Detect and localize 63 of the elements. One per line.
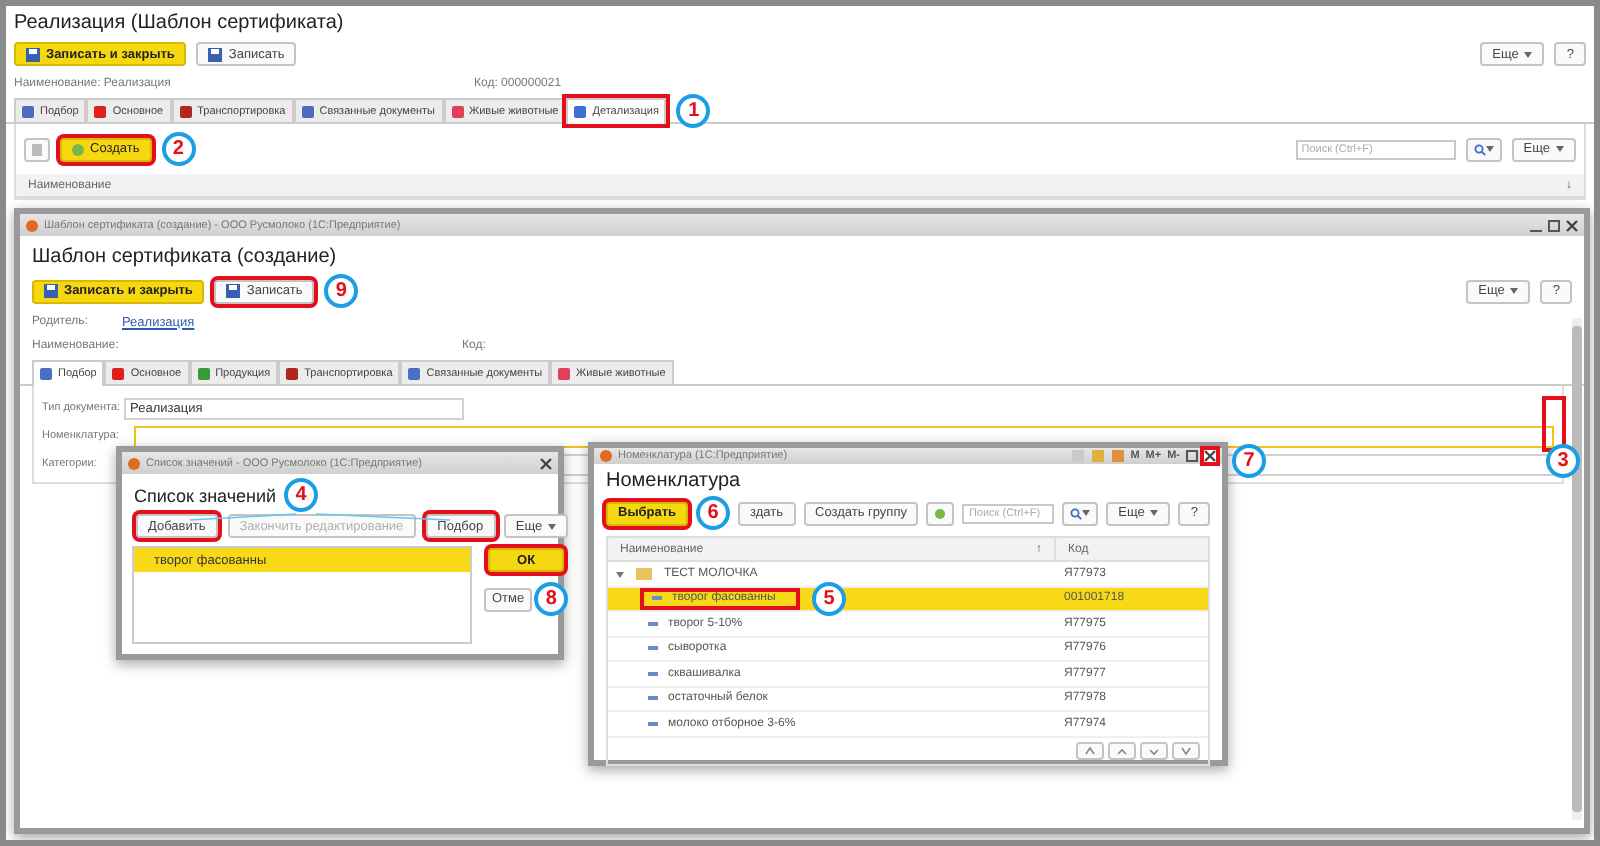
tab-icon (22, 105, 34, 117)
item-icon (648, 696, 658, 701)
form-title: Шаблон сертификата (создание) (30, 244, 339, 272)
tab-icon (574, 106, 587, 118)
dialog-title: Номенклатура (604, 468, 743, 496)
tab-icon (451, 105, 464, 117)
close-icon[interactable] (540, 457, 552, 469)
step-number: 9 (324, 274, 359, 308)
plus-circle-icon (72, 143, 84, 155)
app-icon (26, 219, 38, 231)
item-icon (648, 721, 658, 726)
caret-icon (1556, 146, 1564, 152)
caret-icon (1524, 51, 1533, 57)
document-icon (32, 143, 42, 155)
tab-icon (408, 367, 421, 379)
tab-icon (301, 105, 314, 117)
save-icon (226, 284, 241, 298)
item-icon (648, 671, 658, 676)
tab-icon (94, 105, 107, 117)
search-icon (1473, 143, 1486, 155)
dialog-title: Список значений (134, 485, 277, 505)
tab-icon (558, 367, 571, 379)
item-icon (652, 596, 662, 601)
save-icon (26, 47, 40, 61)
caret-icon (548, 523, 557, 529)
close-icon[interactable] (1204, 450, 1216, 462)
leader-line (315, 513, 451, 521)
tab-icon (112, 367, 125, 379)
tab-icon (179, 105, 192, 117)
leader-line (189, 513, 297, 521)
scrollbar[interactable] (1572, 318, 1582, 820)
close-icon[interactable] (1566, 219, 1578, 231)
caret-icon (1485, 146, 1494, 152)
scroll-button[interactable] (1076, 741, 1104, 759)
folder-icon (636, 567, 652, 580)
caret-icon (1082, 510, 1091, 516)
tab-icon (40, 368, 52, 380)
step-number: 6 (696, 496, 731, 530)
step-number: 1 (676, 94, 711, 128)
tab-icon (197, 367, 210, 379)
item-icon (648, 621, 658, 626)
caret-icon (1510, 288, 1519, 294)
save-icon (208, 47, 223, 61)
step-number: 2 (161, 132, 196, 166)
app-icon (128, 457, 140, 469)
step-number: 5 (812, 581, 846, 616)
search-button[interactable] (1465, 137, 1502, 161)
search-icon (1070, 507, 1083, 519)
maximize-icon[interactable] (1548, 219, 1560, 231)
search-button[interactable] (1062, 501, 1099, 525)
refresh-icon (934, 507, 947, 519)
expand-icon[interactable] (616, 569, 624, 578)
scroll-button[interactable] (1172, 741, 1200, 759)
step-number: 4 (284, 478, 319, 512)
caret-icon (1150, 510, 1159, 516)
window-title: Реализация (Шаблон сертификата) (12, 10, 346, 34)
save-icon (44, 284, 58, 298)
item-icon (648, 646, 658, 651)
app-icon (600, 450, 612, 462)
refresh-button[interactable] (926, 501, 955, 525)
step-number: 8 (534, 582, 569, 616)
tab-icon (286, 367, 299, 379)
maximize-icon[interactable] (1186, 450, 1198, 462)
